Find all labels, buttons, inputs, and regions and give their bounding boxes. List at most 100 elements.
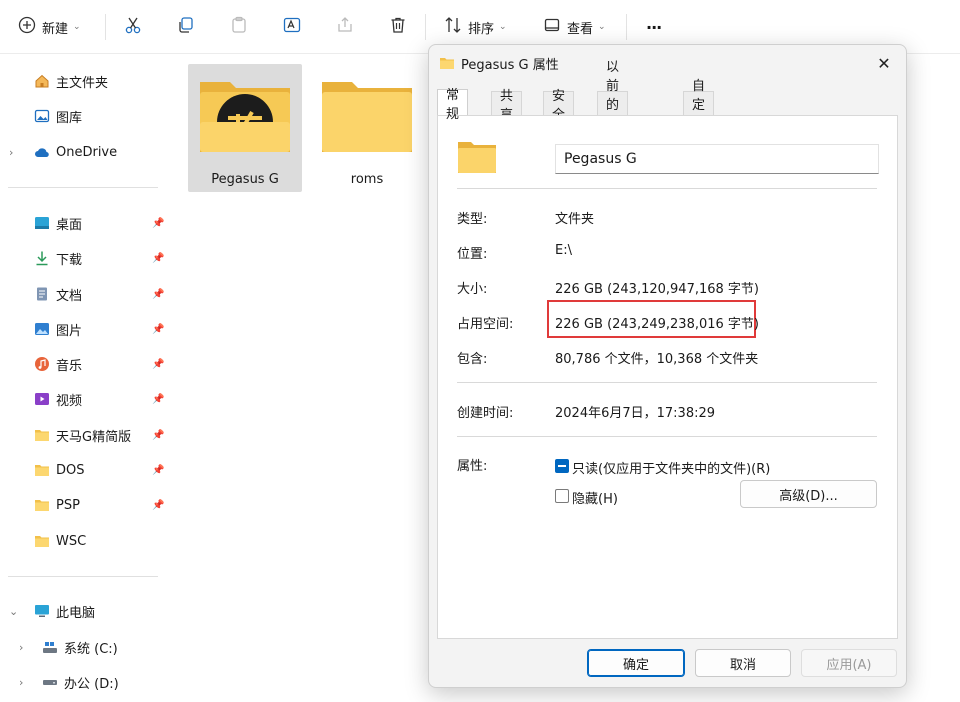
- type-label: 类型:: [457, 212, 488, 227]
- nav-divider: [8, 576, 158, 577]
- cut-button[interactable]: [124, 12, 142, 42]
- tab-previous-versions[interactable]: 以前的版本: [597, 60, 629, 151]
- share-button[interactable]: [336, 12, 354, 42]
- contains-value: 80,786 个文件，10,368 个文件夹: [555, 352, 759, 367]
- navigation-pane: 主文件夹 图库 › OneDrive 桌面 📌 下载 📌 文档 📌 图片 📌 音…: [0, 55, 172, 702]
- download-icon: [34, 250, 50, 266]
- hidden-checkbox[interactable]: [555, 489, 569, 503]
- disk-size-value: 226 GB (243,249,238,016 字节): [555, 317, 759, 332]
- nav-label: 视频: [56, 393, 83, 409]
- disk-size-label: 占用空间:: [457, 317, 514, 332]
- pin-icon[interactable]: 📌: [152, 218, 164, 229]
- home-icon: [34, 73, 50, 89]
- apply-button[interactable]: 应用(A): [801, 649, 897, 677]
- readonly-label[interactable]: 只读(仅应用于文件夹中的文件)(R): [572, 458, 770, 477]
- more-options-button[interactable]: ···: [646, 12, 662, 42]
- nav-item-folder[interactable]: WSC: [0, 525, 172, 557]
- chevron-down-icon[interactable]: ⌄: [9, 605, 18, 618]
- tab-general[interactable]: 常规: [437, 88, 469, 122]
- pin-icon[interactable]: 📌: [152, 253, 164, 264]
- nav-item-videos[interactable]: 视频 📌: [0, 383, 172, 415]
- nav-item-folder[interactable]: 天马G精简版 📌: [0, 419, 172, 451]
- view-icon: [543, 16, 561, 38]
- nav-label: DOS: [56, 462, 85, 478]
- trash-icon: [389, 16, 407, 38]
- cloud-icon: [34, 144, 50, 160]
- nav-item-this-pc[interactable]: ⌄ 此电脑: [0, 595, 172, 627]
- readonly-checkbox[interactable]: [555, 459, 569, 473]
- cancel-button[interactable]: 取消: [695, 649, 791, 677]
- view-button[interactable]: 查看 ⌄: [543, 12, 606, 42]
- hidden-label[interactable]: 隐藏(H): [572, 488, 618, 507]
- folder-tile-pegasus[interactable]: Pegasus G: [188, 64, 302, 192]
- advanced-button[interactable]: 高级(D)...: [740, 480, 877, 508]
- nav-label: 音乐: [56, 358, 83, 374]
- folder-tile-roms[interactable]: roms: [310, 64, 424, 192]
- folder-label: roms: [350, 172, 384, 187]
- nav-item-folder[interactable]: PSP 📌: [0, 489, 172, 521]
- sort-label: 排序: [468, 21, 495, 37]
- pin-icon[interactable]: 📌: [152, 324, 164, 335]
- folder-name-input[interactable]: [555, 144, 879, 174]
- divider: [457, 188, 877, 189]
- nav-item-onedrive[interactable]: › OneDrive: [0, 136, 172, 168]
- drive-icon: [42, 639, 58, 655]
- sort-button[interactable]: 排序 ⌄: [444, 12, 507, 42]
- copy-icon: [177, 16, 195, 38]
- nav-label: PSP: [56, 497, 80, 513]
- tab-customize[interactable]: 自定义: [683, 79, 715, 132]
- chevron-right-icon[interactable]: ›: [19, 641, 23, 654]
- general-panel: 类型: 文件夹 位置: E:\ 大小: 226 GB (243,120,947,…: [437, 115, 898, 639]
- size-label: 大小:: [457, 282, 488, 297]
- created-label: 创建时间:: [457, 406, 514, 421]
- close-icon: ✕: [877, 53, 891, 73]
- share-icon: [336, 16, 354, 38]
- tab-sharing[interactable]: 共享: [491, 89, 523, 123]
- folder-icon: [457, 140, 497, 178]
- desktop-icon: [34, 215, 50, 231]
- music-icon: [34, 356, 50, 372]
- pin-icon[interactable]: 📌: [152, 430, 164, 441]
- chevron-right-icon[interactable]: ›: [19, 676, 23, 689]
- new-button[interactable]: 新建 ⌄: [18, 12, 81, 42]
- nav-item-pictures[interactable]: 图片 📌: [0, 313, 172, 345]
- close-button[interactable]: ✕: [872, 51, 896, 75]
- button-label: 取消: [729, 657, 756, 673]
- attributes-label: 属性:: [457, 459, 488, 474]
- nav-item-desktop[interactable]: 桌面 📌: [0, 207, 172, 239]
- toolbar-divider: [425, 14, 426, 40]
- pin-icon[interactable]: 📌: [152, 500, 164, 511]
- ok-button[interactable]: 确定: [587, 649, 685, 677]
- copy-button[interactable]: [177, 12, 195, 42]
- video-icon: [34, 391, 50, 407]
- nav-item-folder[interactable]: DOS 📌: [0, 454, 172, 486]
- tab-security[interactable]: 安全: [543, 89, 575, 123]
- nav-item-documents[interactable]: 文档 📌: [0, 278, 172, 310]
- nav-item-home[interactable]: 主文件夹: [0, 65, 172, 97]
- pin-icon[interactable]: 📌: [152, 394, 164, 405]
- divider: [457, 436, 877, 437]
- folder-icon: [439, 56, 455, 70]
- folder-icon: [34, 533, 50, 549]
- nav-label: OneDrive: [56, 144, 118, 160]
- pin-icon[interactable]: 📌: [152, 465, 164, 476]
- paste-button[interactable]: [230, 12, 248, 42]
- nav-item-gallery[interactable]: 图库: [0, 100, 172, 132]
- nav-item-music[interactable]: 音乐 📌: [0, 348, 172, 380]
- nav-item-drive-c[interactable]: › 系统 (C:): [0, 631, 172, 663]
- nav-item-downloads[interactable]: 下载 📌: [0, 242, 172, 274]
- nav-item-drive-d[interactable]: › 办公 (D:): [0, 666, 172, 698]
- pin-icon[interactable]: 📌: [152, 359, 164, 370]
- chevron-down-icon: ⌄: [499, 22, 507, 32]
- created-value: 2024年6月7日，17:38:29: [555, 406, 716, 421]
- rename-button[interactable]: [283, 12, 301, 42]
- nav-label: 办公 (D:): [64, 676, 119, 692]
- chevron-right-icon[interactable]: ›: [9, 146, 13, 159]
- properties-dialog: Pegasus G 属性 ✕ 常规 共享 安全 以前的版本 自定义 类型: 文件…: [428, 44, 907, 688]
- pin-icon[interactable]: 📌: [152, 289, 164, 300]
- chevron-down-icon: ⌄: [73, 22, 81, 32]
- picture-icon: [34, 321, 50, 337]
- delete-button[interactable]: [389, 12, 407, 42]
- nav-label: 主文件夹: [56, 75, 109, 91]
- folder-icon: [34, 427, 50, 443]
